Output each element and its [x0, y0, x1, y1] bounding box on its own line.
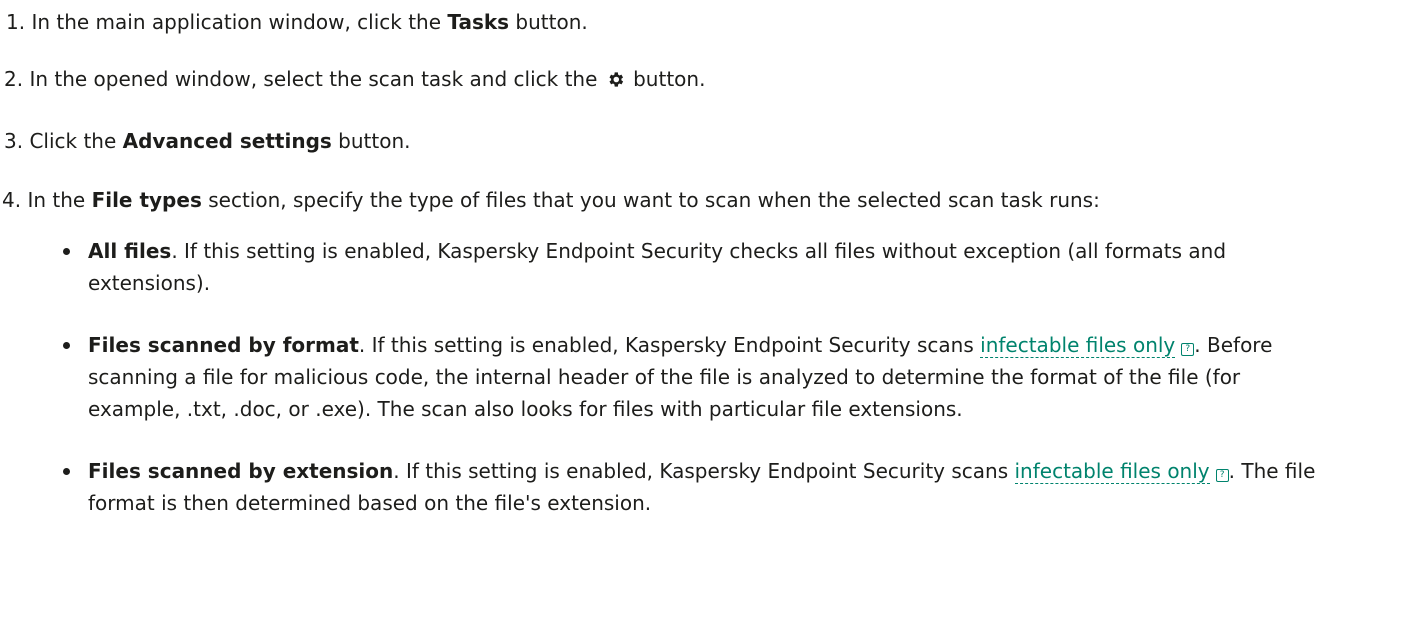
step-1-text: 1. In the main application window, click… [6, 10, 448, 34]
gear-icon [606, 66, 625, 98]
option-title: Files scanned by format [88, 333, 359, 357]
step-2-text-end: button. [626, 67, 706, 91]
list-item-files-by-extension: Files scanned by extension. If this sett… [0, 455, 1338, 519]
option-description: . If this setting is enabled, Kaspersky … [358, 333, 981, 357]
option-description: . If this setting is enabled, Kaspersky … [393, 459, 1015, 483]
step-1: 1. In the main application window, click… [6, 6, 588, 38]
step-2-text: 2. In the opened window, select the scan… [4, 67, 604, 91]
list-item-all-files: All files. If this setting is enabled, K… [0, 235, 1338, 299]
bullet-dot [63, 248, 70, 255]
step-3-text: 3. Click the [4, 129, 123, 153]
step-4-text: 4. In the [2, 188, 92, 212]
infectable-files-link[interactable]: infectable files only [1014, 459, 1210, 484]
step-1-emphasis: Tasks [447, 10, 510, 34]
option-title: Files scanned by extension [88, 459, 394, 483]
option-description: . If this setting is enabled, Kaspersky … [88, 239, 1227, 295]
step-1-text-end: button. [509, 10, 588, 34]
help-icon[interactable]: ? [1181, 343, 1195, 356]
step-4: 4. In the File types section, specify th… [2, 184, 1100, 216]
step-3-emphasis: Advanced settings [122, 129, 332, 153]
document: 1. In the main application window, click… [0, 0, 1409, 624]
list-item-files-by-format: Files scanned by format. If this setting… [0, 329, 1338, 425]
step-3-text-end: button. [331, 129, 411, 153]
file-types-list: All files. If this setting is enabled, K… [0, 235, 1409, 519]
step-2: 2. In the opened window, select the scan… [4, 63, 705, 98]
step-4-emphasis: File types [91, 188, 202, 212]
infectable-files-link[interactable]: infectable files only [980, 333, 1176, 358]
bullet-dot [63, 468, 70, 475]
option-title: All files [88, 239, 172, 263]
bullet-dot [63, 342, 70, 349]
step-3: 3. Click the Advanced settings button. [4, 125, 411, 157]
help-icon[interactable]: ? [1215, 469, 1229, 482]
step-4-text-end: section, specify the type of files that … [201, 188, 1100, 212]
